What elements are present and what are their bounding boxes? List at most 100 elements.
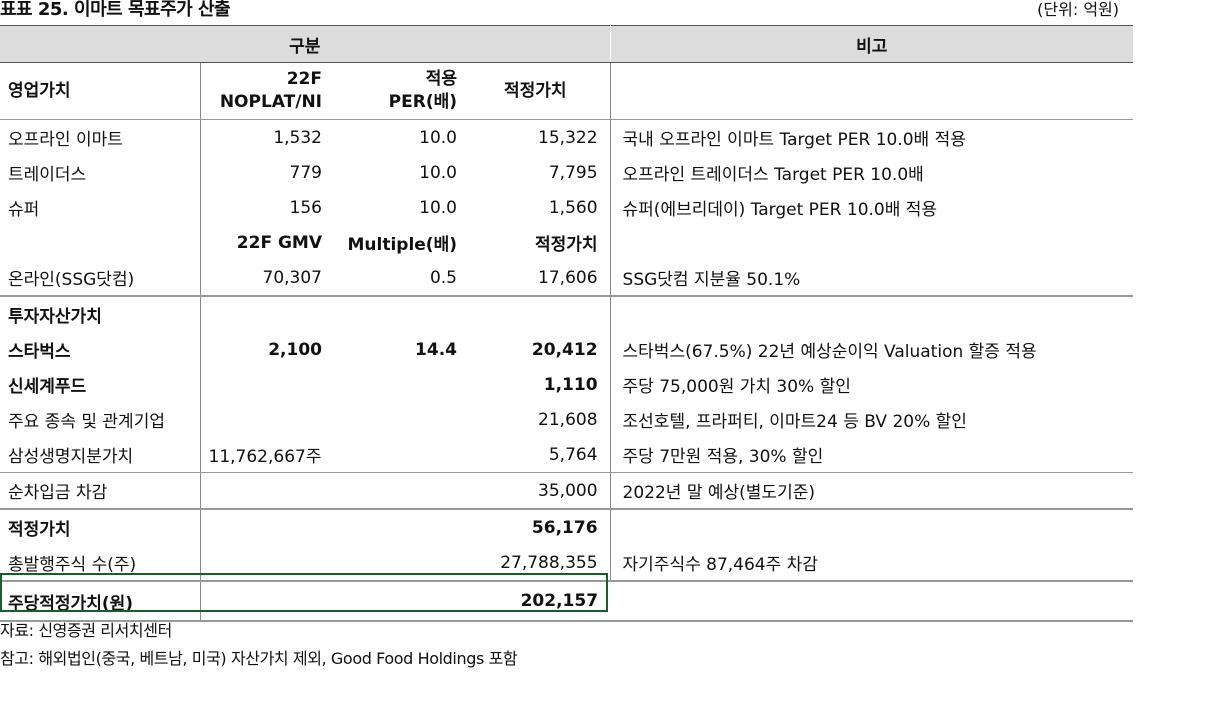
cell-value xyxy=(200,296,330,332)
cell-remark: 주당 7만원 적용, 30% 할인 xyxy=(610,437,1134,473)
row-label: 트레이더스 xyxy=(0,155,201,190)
cell-remark xyxy=(610,225,1133,260)
cell-value: 20,412 xyxy=(465,332,611,367)
cell-value xyxy=(200,402,330,437)
row-label: 총발행주식 수(주) xyxy=(0,545,201,582)
cell-remark: 자기주식수 87,464주 차감 xyxy=(610,545,1134,582)
row-label: 투자자산가치 xyxy=(0,296,201,332)
cell-remark: SSG닷컴 지분율 50.1% xyxy=(610,260,1134,297)
cell-value: 156 xyxy=(289,197,322,218)
table-header-row: 구분 비고 xyxy=(0,25,1134,63)
cell-value: 10.0 xyxy=(419,197,457,218)
cell-value: 35,000 xyxy=(465,472,611,510)
operating-value-label: 영업가치 xyxy=(0,62,201,120)
col-fair-value-header: 적정가치 xyxy=(465,62,611,120)
row-label: 주당적정가치(원) xyxy=(0,581,201,622)
cell-value: 2,100 xyxy=(268,339,322,360)
header-remarks: 비고 xyxy=(610,25,1134,63)
row-label: 주요 종속 및 관계기업 xyxy=(0,402,201,437)
cell-remark: 국내 오프라인 이마트 Target PER 10.0배 적용 xyxy=(622,130,966,150)
cell-remark xyxy=(610,509,1133,545)
col-noplat-line1: 22F xyxy=(286,69,322,89)
cell-value: 27,788,355 xyxy=(465,545,611,582)
table-row: 주요 종속 및 관계기업 21,608 조선호텔, 프라퍼티, 이마트24 등 … xyxy=(0,402,1133,437)
cell-value xyxy=(330,545,465,582)
cell-value xyxy=(200,367,330,402)
cell-value: 1,560 xyxy=(465,190,611,225)
source-note: 자료: 신영증권 리서치센터 xyxy=(0,621,172,640)
cell-value: 0.5 xyxy=(330,260,465,297)
cell-value: 14.4 xyxy=(415,339,457,360)
cell-remark xyxy=(610,581,1134,622)
table-row: 순차입금 차감 35,000 2022년 말 예상(별도기준) xyxy=(0,472,1134,510)
cell-value: 56,176 xyxy=(465,509,611,545)
cell-value xyxy=(330,296,465,332)
col-gmv-header: 22F GMV xyxy=(236,232,322,253)
col-per-line2: PER(배) xyxy=(388,92,457,112)
row-label: 신세계푸드 xyxy=(0,367,201,402)
row-label: 삼성생명지분가치 xyxy=(0,437,201,473)
table-row: 스타벅스 2,100 14.4 20,412 스타벅스(67.5%) 22년 예… xyxy=(0,332,1133,367)
cell-value xyxy=(465,296,611,332)
col-per-header: 적용 PER(배) xyxy=(330,62,465,120)
cell-remark: 조선호텔, 프라퍼티, 이마트24 등 BV 20% 할인 xyxy=(622,412,967,432)
table-row: 삼성생명지분가치 11,762,667주 5,764 주당 7만원 적용, 30… xyxy=(0,437,1134,473)
cell-value: 70,307 xyxy=(200,260,330,297)
cell-value xyxy=(330,472,465,510)
cell-value: 10.0 xyxy=(419,127,457,148)
table-row: 신세계푸드 1,110 주당 75,000원 가치 30% 할인 xyxy=(0,367,1133,402)
table-row: 오프라인 이마트 1,532 10.0 15,322 국내 오프라인 이마트 T… xyxy=(0,119,1133,155)
cell-remark: 스타벅스(67.5%) 22년 예상순이익 Valuation 할증 적용 xyxy=(622,342,1037,362)
row-label xyxy=(0,225,201,260)
table-row: 적정가치 56,176 xyxy=(0,509,1133,545)
cell-value xyxy=(330,581,465,622)
table-row: 총발행주식 수(주) 27,788,355 자기주식수 87,464주 차감 xyxy=(0,545,1134,582)
cell-value: 779 xyxy=(289,162,322,183)
table-row: 투자자산가치 xyxy=(0,296,1133,332)
cell-value: 7,795 xyxy=(465,155,611,190)
cell-value: 15,322 xyxy=(465,119,611,155)
col-remark-empty xyxy=(610,62,1134,120)
cell-value xyxy=(330,437,465,473)
cell-remark: 슈퍼(에브리데이) Target PER 10.0배 적용 xyxy=(622,200,938,220)
cell-value xyxy=(200,581,330,622)
cell-remark xyxy=(610,296,1133,332)
cell-value: 10.0 xyxy=(419,162,457,183)
header-category: 구분 xyxy=(0,25,611,63)
remark-note: 참고: 해외법인(중국, 베트남, 미국) 자산가치 제외, Good Food… xyxy=(0,649,518,668)
row-label: 오프라인 이마트 xyxy=(0,119,201,155)
row-label: 순차입금 차감 xyxy=(0,472,201,510)
row-label: 슈퍼 xyxy=(0,190,201,225)
row-label: 스타벅스 xyxy=(0,332,201,367)
table-title: 표표 25. 이마트 목표주가 산출 xyxy=(0,0,231,20)
table-row: 트레이더스 779 10.0 7,795 오프라인 트레이더스 Target P… xyxy=(0,155,1133,190)
row-label: 적정가치 xyxy=(0,509,201,545)
unit-label: (단위: 억원) xyxy=(1037,0,1119,19)
cell-value: 5,764 xyxy=(465,437,611,473)
table-row: 슈퍼 156 10.0 1,560 슈퍼(에브리데이) Target PER 1… xyxy=(0,190,1133,225)
cell-remark: 오프라인 트레이더스 Target PER 10.0배 xyxy=(622,165,924,185)
cell-value xyxy=(200,509,330,545)
cell-value: 21,608 xyxy=(465,402,611,437)
online-subheader-row: 22F GMV Multiple(배) 적정가치 xyxy=(0,225,1133,260)
cell-value: 11,762,667주 xyxy=(200,437,330,473)
col-noplat-line2: NOPLAT/NI xyxy=(219,92,322,112)
target-price-row: 주당적정가치(원) 202,157 xyxy=(0,581,1134,622)
cell-value xyxy=(200,545,330,582)
col-fair-value-header: 적정가치 xyxy=(465,225,611,260)
col-per-line1: 적용 xyxy=(425,69,457,89)
table-row: 온라인(SSG닷컴) 70,307 0.5 17,606 SSG닷컴 지분율 5… xyxy=(0,260,1134,297)
cell-value: 1,532 xyxy=(273,127,322,148)
cell-value: 1,110 xyxy=(465,367,611,402)
cell-value: 17,606 xyxy=(465,260,611,297)
column-header-row: 영업가치 22F NOPLAT/NI 적용 PER(배) 적정가치 xyxy=(0,62,1134,120)
cell-remark: 2022년 말 예상(별도기준) xyxy=(610,472,1134,510)
cell-remark: 주당 75,000원 가치 30% 할인 xyxy=(622,377,851,397)
valuation-table: 구분 비고 영업가치 22F NOPLAT/NI 적용 PER(배) 적정가치 오프… xyxy=(0,25,1134,622)
row-label: 온라인(SSG닷컴) xyxy=(0,260,201,297)
col-noplat-header: 22F NOPLAT/NI xyxy=(200,62,330,120)
col-multiple-header: Multiple(배) xyxy=(347,235,457,255)
cell-value xyxy=(330,367,465,402)
cell-value xyxy=(200,472,330,510)
cell-value xyxy=(330,402,465,437)
